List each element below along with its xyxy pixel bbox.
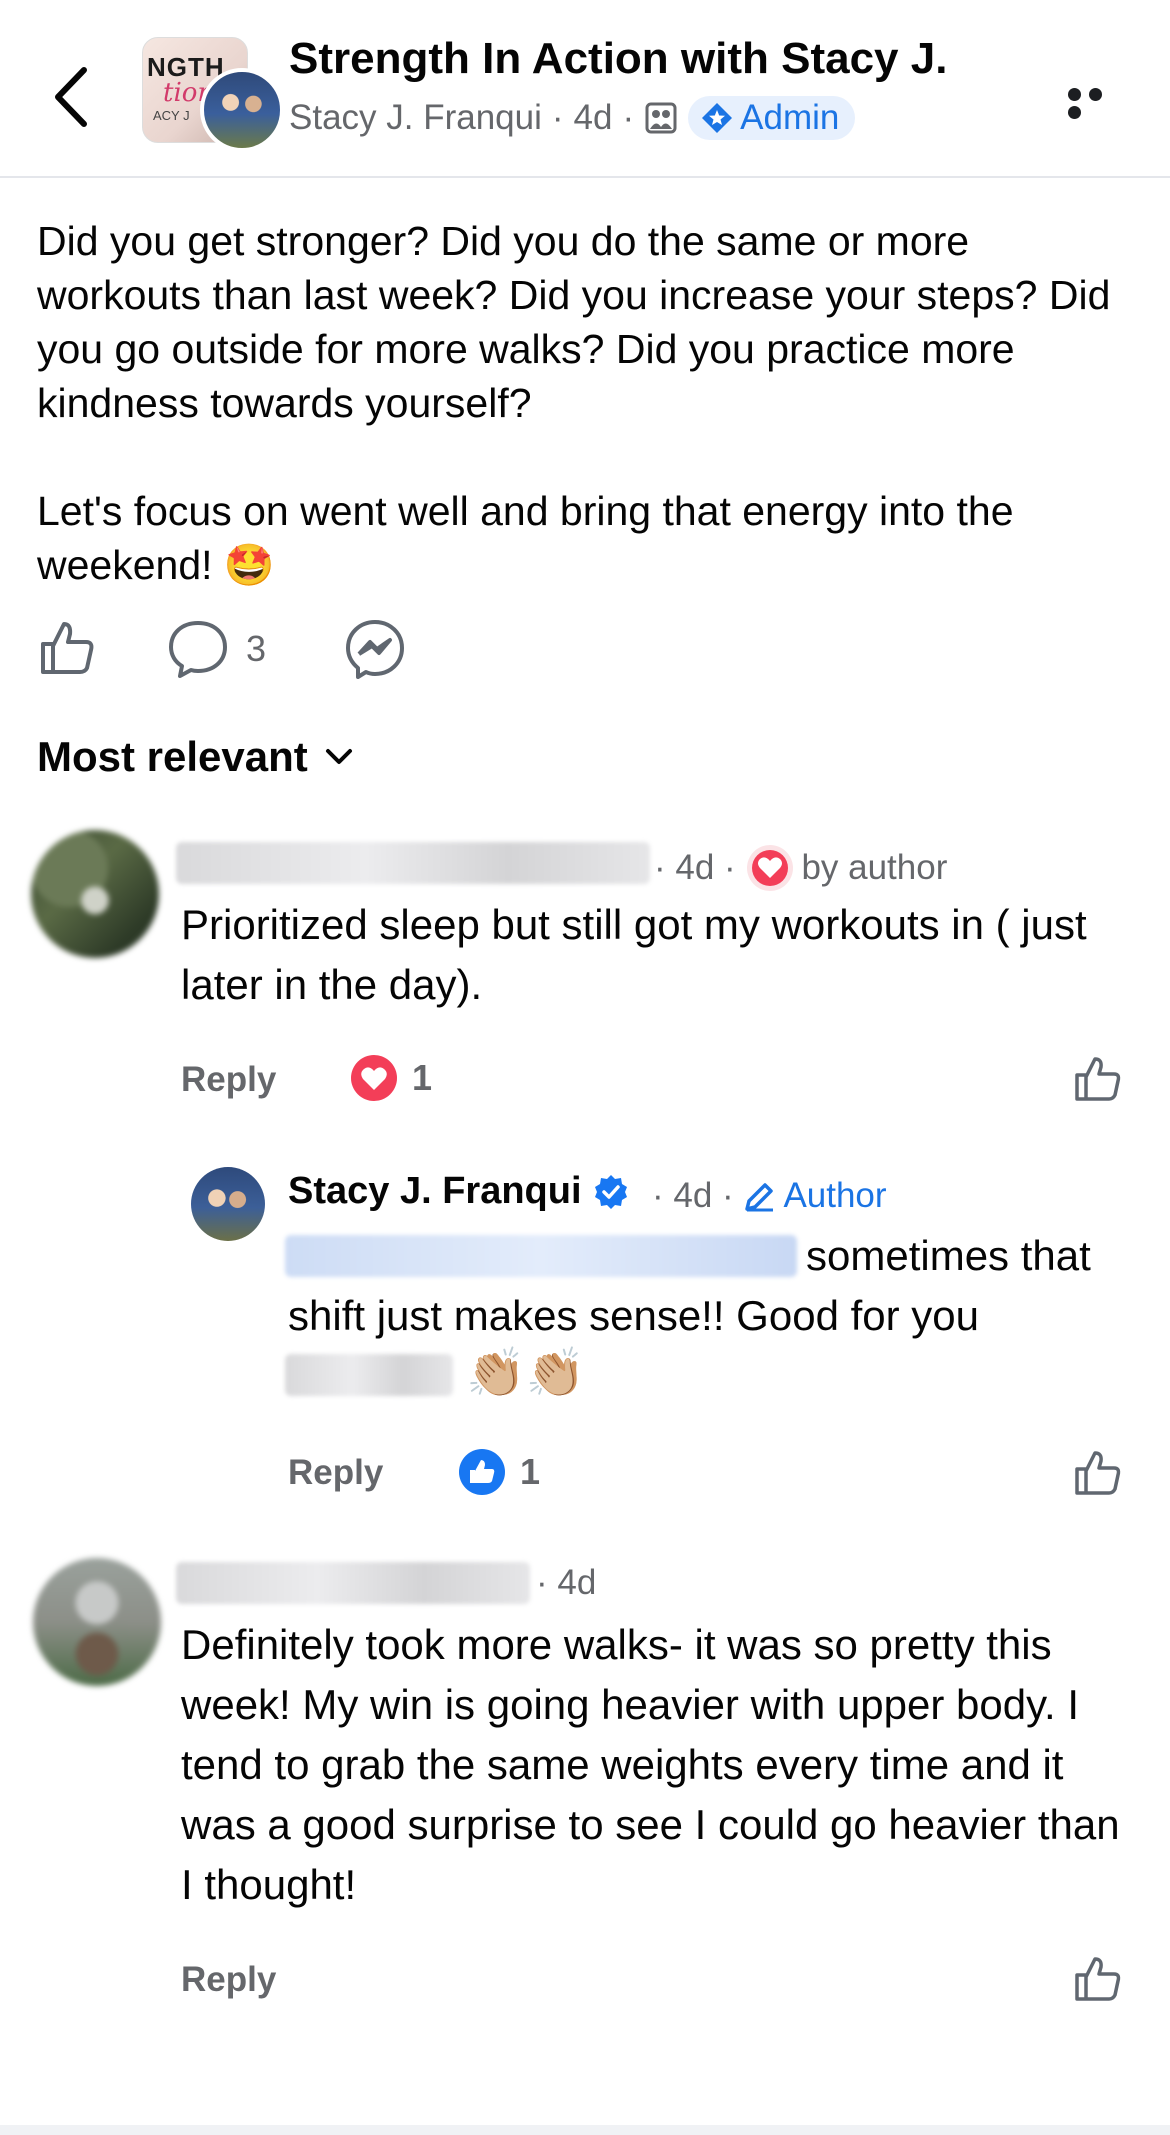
post-subtitle: Stacy J. Franqui · 4d · Admin <box>289 96 856 140</box>
bottom-edge <box>0 2125 1170 2135</box>
like-reaction-icon <box>459 1449 505 1495</box>
like-comment-icon[interactable] <box>1073 1954 1123 2004</box>
comment-time: 4d <box>675 848 715 887</box>
author-name[interactable]: Stacy J. Franqui <box>289 98 542 138</box>
reaction-summary[interactable]: 1 <box>458 1448 540 1496</box>
thumb-text: ACY J <box>153 108 190 123</box>
comment-time: 4d <box>557 1563 597 1602</box>
author-badge-label: Author <box>783 1176 887 1215</box>
separator-dot: · <box>654 848 676 887</box>
like-icon[interactable] <box>37 618 97 678</box>
separator-dot: · <box>714 848 746 887</box>
admin-label: Admin <box>740 98 840 137</box>
group-title[interactable]: Strength In Action with Stacy J. <box>289 34 947 84</box>
reply-author-name[interactable]: Stacy J. Franqui <box>288 1170 582 1213</box>
like-comment-icon[interactable] <box>1073 1054 1123 1104</box>
comment-count: 3 <box>246 628 267 669</box>
post-text: Did you get stronger? Did you do the sam… <box>37 218 1111 588</box>
separator-dot: · <box>551 98 564 137</box>
group-privacy-icon <box>645 102 677 134</box>
admin-star-icon <box>702 103 733 133</box>
separator-dot: · <box>652 1176 674 1215</box>
reply-text-part: sometimes that <box>806 1232 1091 1279</box>
reaction-summary[interactable]: 1 <box>350 1054 432 1102</box>
mentioned-user[interactable] <box>285 1354 453 1396</box>
reply-text-line: shift just makes sense!! Good for you <box>288 1292 979 1339</box>
verified-badge-icon <box>594 1174 627 1209</box>
chevron-down-icon <box>325 749 352 764</box>
mentioned-user[interactable] <box>285 1235 797 1277</box>
back-arrow-icon[interactable] <box>48 62 98 132</box>
post-time: 4d <box>573 98 613 137</box>
separator-dot: · <box>622 98 635 137</box>
commenter-avatar[interactable] <box>31 830 159 958</box>
more-options-icon[interactable] <box>1068 88 1128 119</box>
reply-meta: · 4d · Author <box>652 1176 887 1216</box>
reply-time: 4d <box>673 1176 713 1215</box>
separator-dot: · <box>536 1563 558 1602</box>
love-reaction-icon <box>351 1055 397 1101</box>
commenter-name[interactable] <box>176 842 650 884</box>
heart-icon <box>747 845 794 891</box>
comment-meta: · 4d <box>536 1563 596 1603</box>
reply-button[interactable]: Reply <box>181 1060 276 1100</box>
comment-sort-dropdown[interactable]: Most relevant <box>37 733 354 781</box>
clapping-emoji: 👏🏼👏🏼 <box>466 1347 586 1400</box>
messenger-share-icon[interactable] <box>344 618 406 680</box>
sort-label: Most relevant <box>37 733 308 780</box>
comment-text: Prioritized sleep but still got my worko… <box>181 901 1087 1008</box>
post-header: NGTH tion ACY J Strength In Action with … <box>0 0 1170 178</box>
reply-author-line: Stacy J. Franqui <box>288 1170 630 1213</box>
admin-badge: Admin <box>688 96 856 140</box>
commenter-name[interactable] <box>176 1562 530 1604</box>
comment-text: Definitely took more walks- it was so pr… <box>181 1621 1120 1908</box>
reply-button[interactable]: Reply <box>288 1453 383 1493</box>
pencil-icon <box>745 1183 774 1212</box>
comment-icon[interactable] <box>167 618 229 680</box>
author-avatar[interactable] <box>191 1167 265 1241</box>
reaction-count: 1 <box>412 1057 433 1098</box>
reaction-count: 1 <box>520 1451 541 1492</box>
author-avatar[interactable] <box>200 68 284 152</box>
commenter-avatar[interactable] <box>33 1558 161 1686</box>
like-comment-icon[interactable] <box>1073 1448 1123 1498</box>
separator-dot: · <box>712 1176 744 1215</box>
reply-button[interactable]: Reply <box>181 1960 276 2000</box>
liked-by-author-label: by author <box>801 848 948 887</box>
comment-meta: · 4d · by author <box>654 843 947 893</box>
